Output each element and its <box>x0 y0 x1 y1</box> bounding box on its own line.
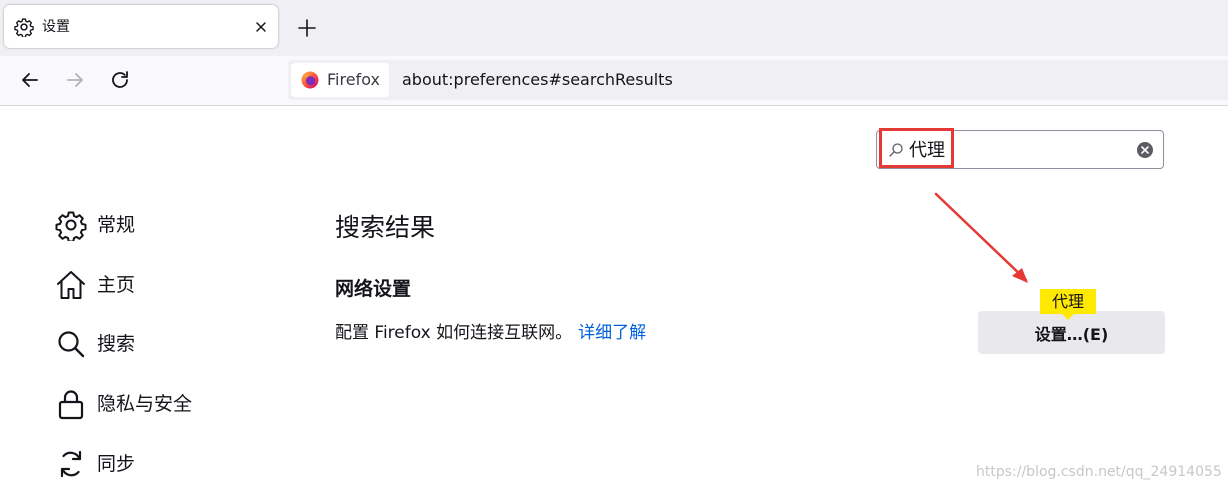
sidebar-item-label: 主页 <box>97 274 136 296</box>
search-match-tooltip: 代理 <box>1040 289 1097 320</box>
clear-icon[interactable] <box>1136 141 1154 159</box>
sidebar-item-search[interactable]: 搜索 <box>55 326 275 362</box>
annotation-arrow <box>934 192 1028 283</box>
home-icon <box>57 271 85 299</box>
preferences-search-box[interactable] <box>876 130 1164 169</box>
tab-settings[interactable]: 设置 <box>4 5 278 48</box>
firefox-logo-icon <box>301 71 319 89</box>
sidebar-item-label: 常规 <box>97 214 136 236</box>
watermark: https://blog.csdn.net/qq_24914055 <box>976 464 1222 480</box>
network-settings-heading: 网络设置 <box>335 278 412 300</box>
gear-icon <box>14 18 34 37</box>
search-icon <box>889 143 903 157</box>
sidebar-item-label: 同步 <box>97 453 136 475</box>
reload-icon[interactable] <box>107 67 133 93</box>
close-icon[interactable] <box>250 16 272 38</box>
sidebar-item-sync[interactable]: 同步 <box>55 446 275 482</box>
sidebar-item-label: 隐私与安全 <box>97 393 193 415</box>
url-bar[interactable]: Firefox about:preferences#searchResults <box>288 60 1228 100</box>
new-tab-icon[interactable] <box>294 15 320 41</box>
search-icon <box>58 331 85 358</box>
nav-toolbar: Firefox about:preferences#searchResults <box>0 56 1228 106</box>
learn-more-link[interactable]: 详细了解 <box>578 323 646 343</box>
sync-icon <box>60 450 82 478</box>
url-text[interactable]: about:preferences#searchResults <box>402 70 673 90</box>
tab-title: 设置 <box>42 19 70 35</box>
lock-icon <box>58 390 84 420</box>
tab-strip: 设置 <box>0 0 1228 56</box>
search-input[interactable] <box>909 137 1129 161</box>
gear-icon <box>55 211 87 241</box>
sidebar-item-general[interactable]: 常规 <box>55 207 275 243</box>
sidebar-item-home[interactable]: 主页 <box>55 267 275 303</box>
sidebar-item-privacy[interactable]: 隐私与安全 <box>55 386 275 422</box>
page-title: 搜索结果 <box>335 213 436 242</box>
network-settings-description: 配置 Firefox 如何连接互联网。 详细了解 <box>335 321 646 345</box>
identity-label: Firefox <box>327 70 380 89</box>
description-text: 配置 Firefox 如何连接互联网。 <box>335 323 573 343</box>
back-icon[interactable] <box>17 67 43 93</box>
sidebar-item-label: 搜索 <box>97 333 136 355</box>
forward-icon[interactable] <box>62 67 88 93</box>
identity-box[interactable]: Firefox <box>291 63 389 97</box>
